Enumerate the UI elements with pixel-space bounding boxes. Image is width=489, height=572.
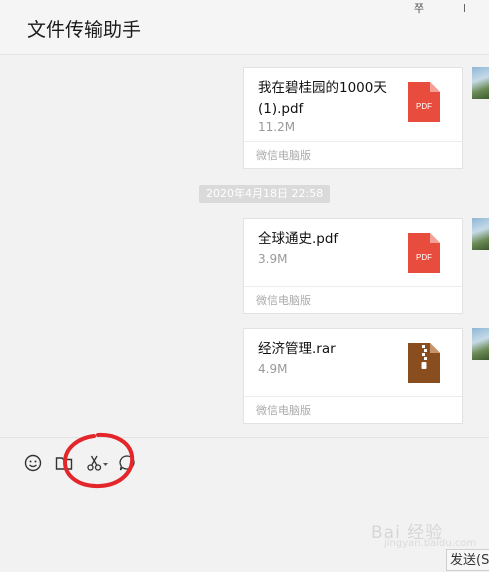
file-message-card[interactable]: 经济管理.rar 4.9M 微信电脑版 [243,328,463,424]
pdf-file-icon: PDF [408,233,440,273]
pin-icon[interactable]: 쭈 [414,0,424,16]
send-button[interactable]: 发送(S [446,549,489,571]
file-type-label: PDF [416,102,432,111]
file-size: 3.9M [258,252,288,266]
file-message-card[interactable]: 我在碧桂园的1000天(1).pdf 11.2M PDF 微信电脑版 [243,67,463,169]
file-source-footer: 微信电脑版 [244,286,462,313]
pdf-file-icon: PDF [408,82,440,122]
chevron-down-icon[interactable] [103,463,108,467]
file-message-card[interactable]: 全球通史.pdf 3.9M PDF 微信电脑版 [243,218,463,314]
file-source-footer: 微信电脑版 [244,396,462,423]
file-type-label: PDF [416,253,432,262]
timestamp-badge: 2020年4月18日 22:58 [199,185,331,203]
chat-header: 文件传输助手 쭈 [0,0,489,55]
window-control-icon[interactable] [464,4,465,12]
file-name: 经济管理.rar [258,341,336,357]
file-size: 11.2M [258,120,296,134]
file-source-footer: 微信电脑版 [244,141,462,168]
chat-title: 文件传输助手 [27,19,142,41]
file-source: 微信电脑版 [256,404,311,417]
avatar[interactable] [472,218,489,250]
file-size: 4.9M [258,362,288,376]
file-source: 微信电脑版 [256,294,311,307]
emoji-icon[interactable] [24,454,42,472]
file-source: 微信电脑版 [256,149,311,162]
archive-file-icon [408,343,440,383]
folder-icon[interactable] [55,454,73,472]
avatar[interactable] [472,67,489,99]
watermark-sub: jingyan.baidu.com [384,538,477,549]
input-toolbar [0,437,489,485]
scissors-icon[interactable] [86,454,104,472]
file-name: 我在碧桂园的1000天(1).pdf [258,80,387,117]
chat-history-icon[interactable] [118,454,136,472]
file-name: 全球通史.pdf [258,231,339,247]
avatar[interactable] [472,328,489,360]
message-list[interactable]: 我在碧桂园的1000天(1).pdf 11.2M PDF 微信电脑版 2020年… [0,55,489,437]
